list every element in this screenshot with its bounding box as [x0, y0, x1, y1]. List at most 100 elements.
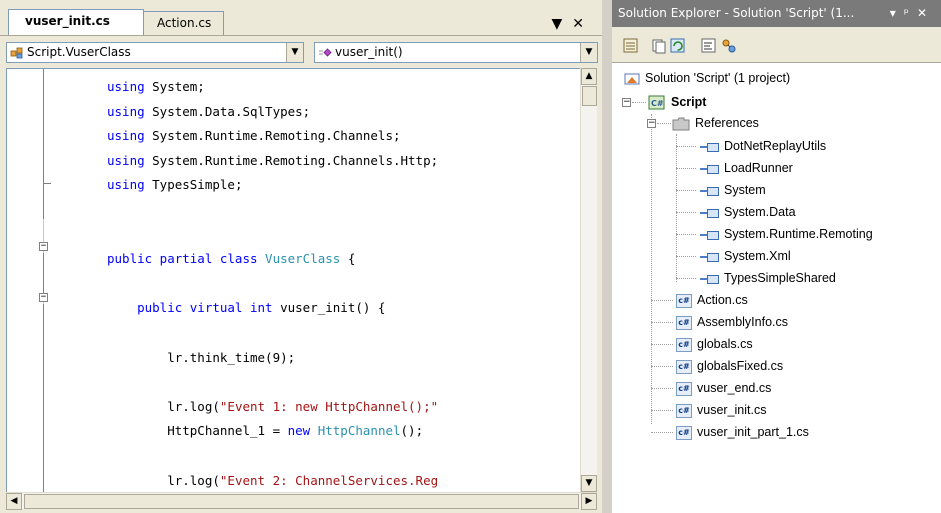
- horizontal-scrollbar[interactable]: ◀ ▶: [6, 492, 597, 510]
- tab-label: Action.cs: [157, 16, 212, 30]
- csharp-file-icon: c#: [676, 381, 692, 396]
- tree-node-solution[interactable]: Solution 'Script' (1 project): [624, 68, 790, 88]
- chevron-down-icon[interactable]: ▼: [286, 43, 303, 62]
- code-token: lr.log(: [107, 473, 220, 488]
- view-code-icon[interactable]: [700, 37, 717, 54]
- close-icon[interactable]: ✕: [572, 16, 594, 32]
- outline-line: [43, 253, 44, 293]
- references-label: References: [695, 116, 759, 130]
- method-icon: [319, 48, 332, 57]
- pane-controls: ▾ᵖ✕: [890, 0, 935, 26]
- member-dropdown[interactable]: vuser_init() ▼: [314, 42, 598, 63]
- collapse-class-icon[interactable]: −: [39, 242, 48, 251]
- tree-node-file[interactable]: c# globalsFixed.cs: [676, 356, 783, 376]
- reference-label: DotNetReplayUtils: [724, 139, 827, 153]
- tree-node-file[interactable]: c# globals.cs: [676, 334, 753, 354]
- scroll-right-icon[interactable]: ▶: [581, 493, 597, 510]
- tree-node-reference[interactable]: System.Xml: [700, 246, 791, 266]
- tree-guide: [651, 432, 673, 433]
- code-token: System.Runtime.Remoting.Channels;: [152, 128, 401, 143]
- code-token: VuserClass: [265, 251, 341, 266]
- code-token: HttpChannel_1 =: [107, 423, 288, 438]
- tree-guide: [676, 134, 677, 282]
- tree-guide: [676, 168, 696, 169]
- code-token: new: [287, 423, 318, 438]
- file-label: vuser_init_part_1.cs: [697, 425, 809, 439]
- tree-node-reference[interactable]: LoadRunner: [700, 158, 793, 178]
- tree-node-file[interactable]: c# vuser_init_part_1.cs: [676, 422, 809, 442]
- properties-icon[interactable]: [622, 37, 639, 54]
- code-line: lr.log("Event 2: ChannelServices.Reg: [107, 471, 438, 491]
- refresh-icon[interactable]: [669, 37, 686, 54]
- document-tab-bar: vuser_init.cs Action.cs ▼✕: [0, 0, 602, 36]
- tree-node-file[interactable]: c# vuser_end.cs: [676, 378, 771, 398]
- tree-guide: [676, 212, 696, 213]
- scroll-left-icon[interactable]: ◀: [6, 493, 22, 510]
- code-token: TypesSimple;: [152, 177, 243, 192]
- tree-node-reference[interactable]: System.Data: [700, 202, 796, 222]
- code-token: {: [340, 251, 356, 266]
- tree-node-file[interactable]: c# vuser_init.cs: [676, 400, 766, 420]
- tree-node-project[interactable]: C# Script: [648, 92, 706, 112]
- code-editor-pane: vuser_init.cs Action.cs ▼✕ Script.VuserC…: [0, 0, 602, 513]
- code-token: lr.think_time(9);: [107, 350, 296, 365]
- collapse-method-icon[interactable]: −: [39, 293, 48, 302]
- tree-node-references[interactable]: References: [672, 113, 759, 133]
- tree-guide: [676, 190, 696, 191]
- reference-label: System.Runtime.Remoting: [724, 227, 873, 241]
- tree-guide: [676, 234, 696, 235]
- file-label: vuser_end.cs: [697, 381, 772, 395]
- horizontal-scroll-thumb[interactable]: [24, 494, 579, 509]
- code-token: "Event 1: new HttpChannel();": [219, 399, 439, 414]
- show-all-files-icon[interactable]: [650, 37, 667, 54]
- chevron-down-icon[interactable]: ▼: [580, 43, 597, 62]
- tab-controls: ▼✕: [551, 16, 594, 32]
- code-line: public partial class VuserClass {: [107, 249, 355, 269]
- reference-label: LoadRunner: [724, 161, 793, 175]
- tree-node-reference[interactable]: DotNetReplayUtils: [700, 136, 826, 156]
- code-token: public virtual int: [107, 300, 281, 315]
- scroll-up-icon[interactable]: ▲: [581, 68, 597, 85]
- tree-node-file[interactable]: c# AssemblyInfo.cs: [676, 312, 788, 332]
- tree-guide: [651, 366, 673, 367]
- code-line: lr.log("Event 1: new HttpChannel();": [107, 397, 438, 417]
- file-label: vuser_init.cs: [697, 403, 767, 417]
- tree-guide: [657, 123, 671, 124]
- code-token: ();: [400, 423, 424, 438]
- class-dropdown-value: Script.VuserClass: [27, 45, 131, 59]
- vertical-scroll-thumb[interactable]: [582, 86, 597, 106]
- vertical-scrollbar[interactable]: ▲ ▼: [580, 68, 597, 492]
- class-dropdown[interactable]: Script.VuserClass ▼: [6, 42, 304, 63]
- pane-dropdown-icon[interactable]: ▾: [890, 6, 904, 20]
- solution-tree: Solution 'Script' (1 project) − C# Scrip…: [612, 64, 941, 513]
- reference-label: System.Data: [724, 205, 796, 219]
- scroll-down-icon[interactable]: ▼: [581, 475, 597, 492]
- code-token: System.Runtime.Remoting.Channels.Http;: [152, 153, 439, 168]
- tree-node-reference[interactable]: TypesSimpleShared: [700, 268, 836, 288]
- solution-explorer-toolbar: [612, 27, 941, 63]
- csharp-file-icon: c#: [676, 425, 692, 440]
- file-label: AssemblyInfo.cs: [697, 315, 789, 329]
- csharp-file-icon: c#: [676, 293, 692, 308]
- tree-node-file[interactable]: c# Action.cs: [676, 290, 748, 310]
- code-line: public virtual int vuser_init() {: [107, 298, 385, 318]
- tab-dropdown-icon[interactable]: ▼: [551, 16, 572, 32]
- tree-node-reference[interactable]: System: [700, 180, 766, 200]
- tab-action[interactable]: Action.cs: [140, 11, 224, 35]
- code-token: System.Data.SqlTypes;: [152, 104, 311, 119]
- close-icon[interactable]: ✕: [917, 6, 935, 20]
- tree-node-reference[interactable]: System.Runtime.Remoting: [700, 224, 873, 244]
- code-token: using: [107, 153, 153, 168]
- tab-vuser-init[interactable]: vuser_init.cs: [8, 9, 144, 35]
- outline-line: [43, 69, 44, 219]
- class-diagram-icon[interactable]: [720, 37, 737, 54]
- code-token: "Event 2: ChannelServices.Reg: [219, 473, 439, 488]
- collapse-references-icon[interactable]: −: [647, 119, 656, 128]
- code-text-area[interactable]: − − using System; using System.Data.SqlTy…: [6, 68, 580, 492]
- tree-guide: [651, 344, 673, 345]
- solution-explorer-pane: Solution Explorer - Solution 'Script' (1…: [612, 0, 941, 513]
- member-dropdown-value: vuser_init(): [335, 45, 403, 59]
- pin-icon[interactable]: ᵖ: [904, 6, 917, 20]
- reference-label: System: [724, 183, 766, 197]
- collapse-project-icon[interactable]: −: [622, 98, 631, 107]
